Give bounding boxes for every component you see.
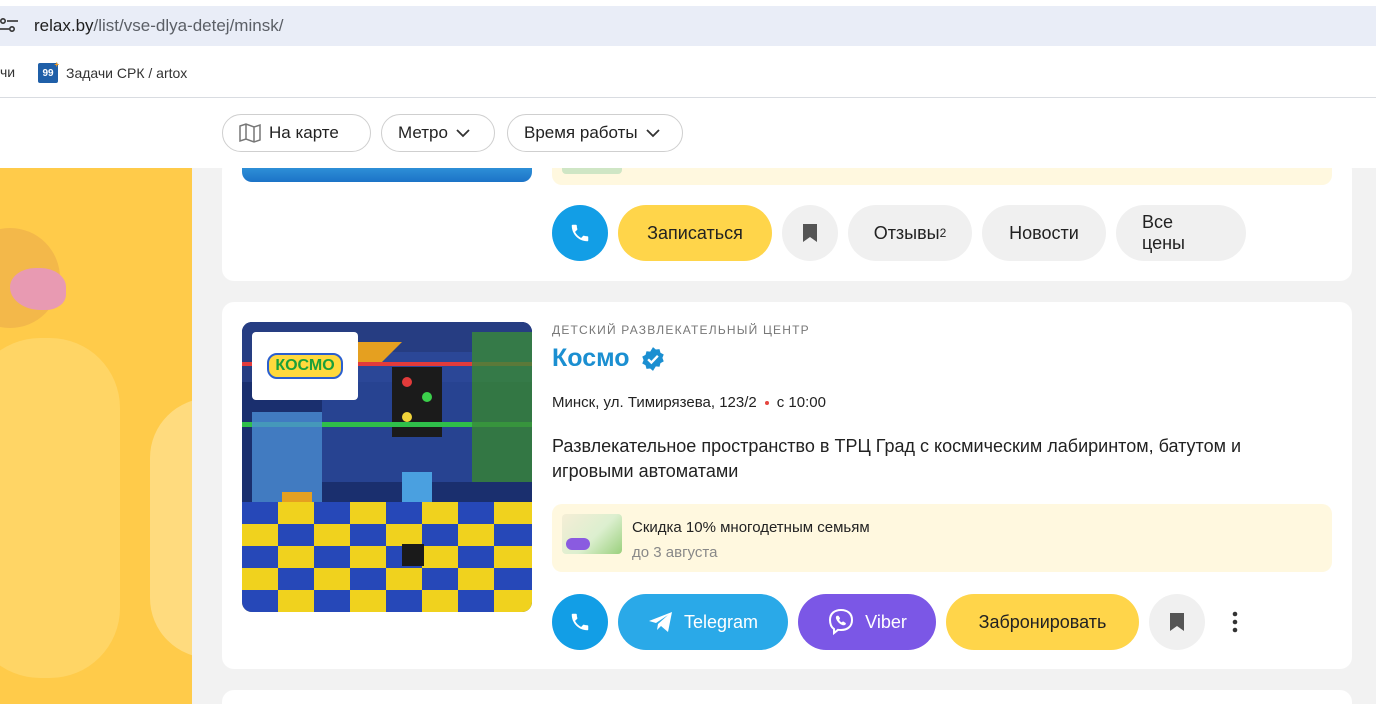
bookmark-favicon-text: 99 bbox=[42, 67, 54, 79]
listing-address[interactable]: Минск, ул. Тимирязева, 123/2 bbox=[552, 394, 757, 411]
address-bar: relax.by/list/vse-dlya-detej/minsk/ bbox=[0, 0, 1376, 50]
listing-address-row: Минск, ул. Тимирязева, 123/2 с 10:00 bbox=[552, 394, 826, 411]
metro-filter-button[interactable]: Метро bbox=[381, 114, 495, 152]
more-vertical-icon bbox=[1232, 611, 1238, 633]
metro-filter-label: Метро bbox=[398, 123, 448, 142]
verified-badge-icon bbox=[641, 346, 664, 371]
reviews-button[interactable]: Отзывы 2 bbox=[848, 205, 972, 261]
listing-logo-text: КОСМО bbox=[267, 353, 343, 379]
telegram-icon bbox=[648, 612, 672, 632]
map-icon bbox=[239, 123, 261, 143]
bookmarks-bar: чи 99 + Задачи СРК / artox bbox=[0, 50, 1376, 98]
listing-hours: с 10:00 bbox=[776, 394, 826, 411]
url-path: /list/vse-dlya-detej/minsk/ bbox=[93, 16, 284, 35]
page: Записаться Отзывы 2 Новости Все цены На к… bbox=[0, 98, 1376, 704]
listing-title[interactable]: Космо bbox=[552, 344, 630, 373]
map-filter-button[interactable]: На карте bbox=[222, 114, 371, 152]
promo-thumbnail bbox=[562, 514, 622, 554]
all-prices-label: Все цены bbox=[1142, 212, 1185, 253]
hours-filter-label: Время работы bbox=[524, 123, 638, 142]
save-bookmark-button[interactable] bbox=[1149, 594, 1205, 650]
save-bookmark-button[interactable] bbox=[782, 205, 838, 261]
map-filter-label: На карте bbox=[269, 123, 339, 142]
promo-title: Скидка 10% многодетным семьям bbox=[632, 519, 870, 536]
previous-actions: Записаться Отзывы 2 Новости Все цены bbox=[552, 205, 1246, 261]
listing-actions: Telegram Viber Забронировать bbox=[552, 594, 1255, 650]
news-label: Новости bbox=[1009, 222, 1079, 243]
separator-dot bbox=[764, 400, 769, 405]
chevron-down-icon bbox=[456, 128, 470, 137]
listing-category: ДЕТСКИЙ РАЗВЛЕКАТЕЛЬНЫЙ ЦЕНТР bbox=[552, 323, 810, 337]
hours-filter-button[interactable]: Время работы bbox=[507, 114, 683, 152]
promo-banner[interactable]: Скидка 10% многодетным семьям до 3 авгус… bbox=[552, 504, 1332, 572]
listing-logo: КОСМО bbox=[252, 332, 358, 400]
filter-bar: На карте Метро Время работы bbox=[0, 98, 1376, 168]
reviews-count: 2 bbox=[939, 226, 947, 240]
news-button[interactable]: Новости bbox=[982, 205, 1106, 261]
phone-icon bbox=[571, 613, 589, 631]
bookmark-favicon-icon: 99 + bbox=[38, 60, 59, 83]
url-host: relax.by bbox=[34, 16, 94, 35]
all-prices-button[interactable]: Все цены bbox=[1116, 205, 1246, 261]
signup-label: Записаться bbox=[647, 222, 743, 243]
listing-title-row: Космо bbox=[552, 344, 666, 373]
listing-card-previous: Записаться Отзывы 2 Новости Все цены bbox=[222, 158, 1352, 281]
book-label: Забронировать bbox=[978, 611, 1107, 632]
listing-description: Развлекательное пространство в ТРЦ Град … bbox=[552, 436, 1242, 481]
viber-button[interactable]: Viber bbox=[798, 594, 936, 650]
listing-card-next bbox=[222, 690, 1352, 704]
viber-label: Viber bbox=[865, 611, 907, 632]
phone-button[interactable] bbox=[552, 594, 608, 650]
decorative-banner bbox=[0, 168, 192, 704]
book-button[interactable]: Забронировать bbox=[946, 594, 1139, 650]
viber-icon bbox=[829, 608, 854, 636]
telegram-label: Telegram bbox=[683, 611, 759, 632]
reviews-label: Отзывы bbox=[873, 222, 940, 243]
bookmark-icon bbox=[803, 224, 817, 242]
bookmark-icon bbox=[1170, 613, 1184, 631]
more-options-button[interactable] bbox=[1215, 594, 1255, 650]
listing-card: КОСМО ДЕТСКИЙ РАЗВЛЕКАТЕЛЬНЫЙ ЦЕНТР Косм… bbox=[222, 302, 1352, 669]
promo-until: до 3 августа bbox=[632, 544, 718, 561]
phone-button[interactable] bbox=[552, 205, 608, 261]
phone-icon bbox=[571, 224, 589, 242]
bookmark-favicon-sup: + bbox=[54, 60, 59, 69]
chevron-down-icon bbox=[645, 128, 660, 137]
listing-photo[interactable]: КОСМО bbox=[242, 322, 532, 612]
telegram-button[interactable]: Telegram bbox=[618, 594, 788, 650]
signup-button[interactable]: Записаться bbox=[618, 205, 772, 261]
bookmark-partial[interactable]: чи bbox=[0, 64, 15, 80]
site-settings-icon[interactable] bbox=[0, 16, 18, 34]
bookmark-item[interactable]: 99 + Задачи СРК / artox bbox=[38, 60, 188, 84]
url-text[interactable]: relax.by/list/vse-dlya-detej/minsk/ bbox=[34, 16, 283, 36]
bookmark-label: Задачи СРК / artox bbox=[66, 65, 188, 81]
